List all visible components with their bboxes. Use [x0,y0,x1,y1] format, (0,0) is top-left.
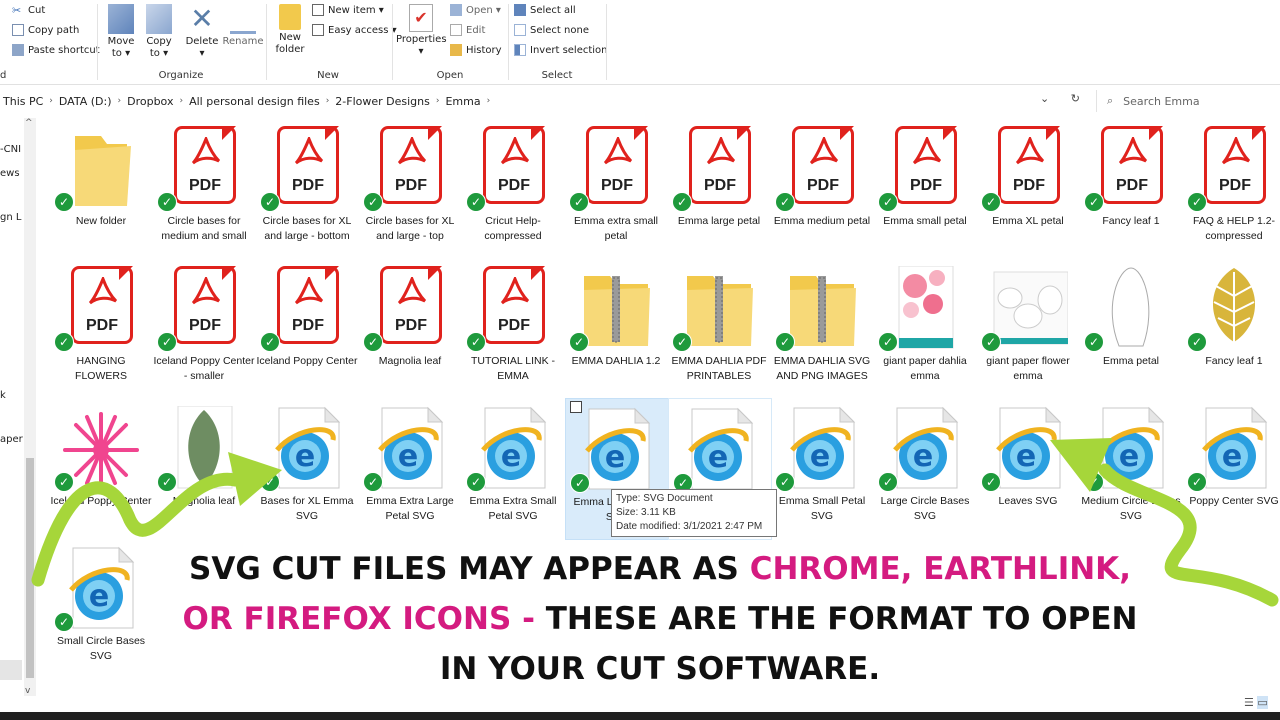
left-arrow-head [228,452,282,506]
details-view-icon[interactable]: ☰ [1244,696,1254,709]
large-icons-view-icon[interactable]: ▭ [1257,696,1268,709]
taskbar [0,712,1280,720]
caption-overlay: SVG CUT FILES MAY APPEAR AS CHROME, EART… [182,551,1138,687]
view-toggle[interactable]: ☰ ▭ [1244,696,1268,709]
